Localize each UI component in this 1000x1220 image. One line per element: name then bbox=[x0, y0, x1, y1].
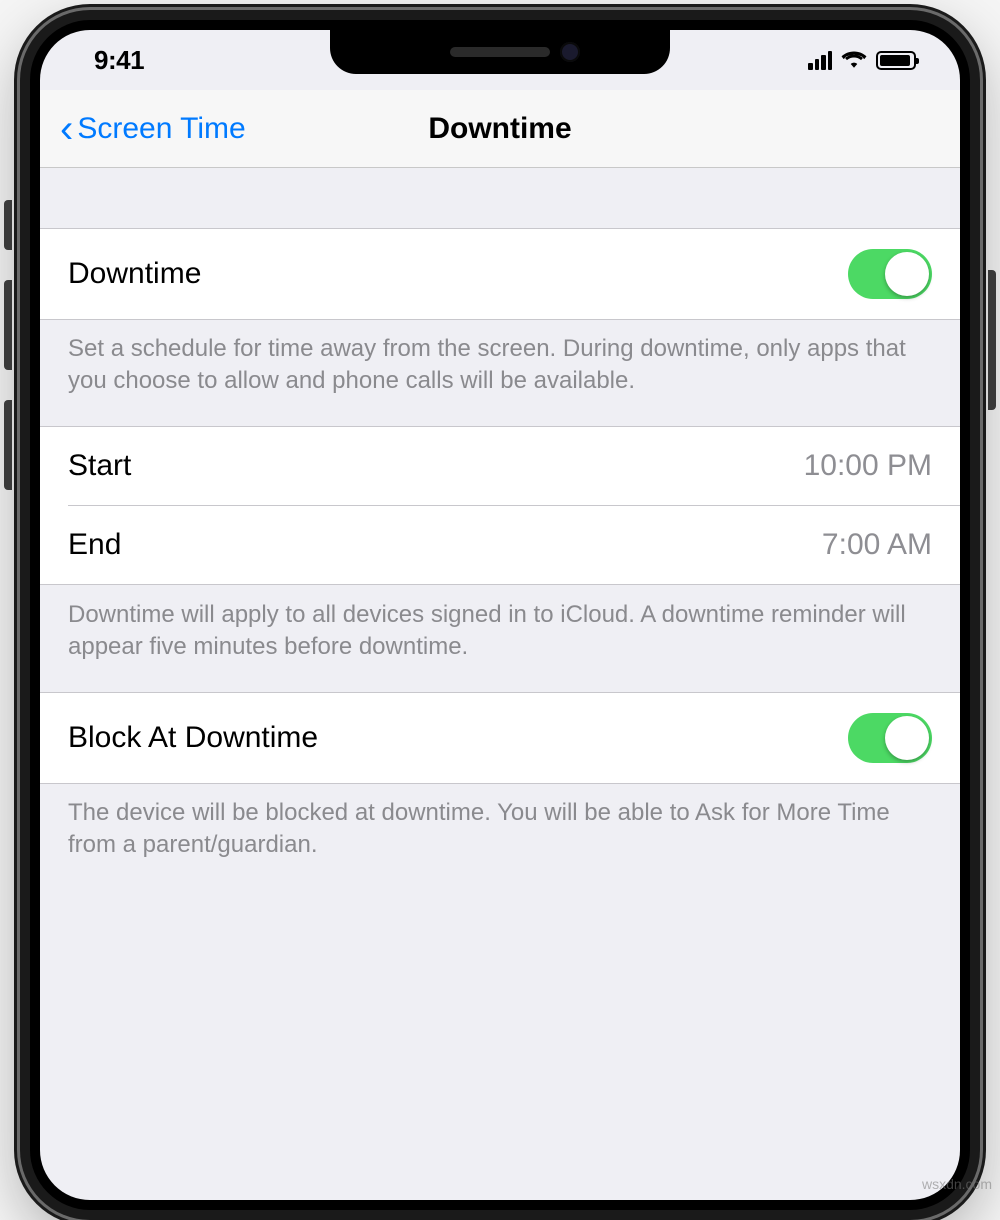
block-toggle-cell[interactable]: Block At Downtime bbox=[40, 692, 960, 784]
wifi-icon bbox=[841, 48, 867, 73]
downtime-toggle[interactable] bbox=[848, 249, 932, 299]
downtime-label: Downtime bbox=[68, 257, 201, 291]
side-buttons-right bbox=[988, 270, 996, 410]
page-title: Downtime bbox=[428, 112, 571, 146]
start-time-cell[interactable]: Start 10:00 PM bbox=[40, 427, 960, 505]
cellular-signal-icon bbox=[808, 51, 832, 70]
block-toggle[interactable] bbox=[848, 713, 932, 763]
chevron-left-icon: ‹ bbox=[60, 109, 73, 149]
end-time-cell[interactable]: End 7:00 AM bbox=[40, 506, 960, 584]
end-label: End bbox=[68, 528, 121, 562]
battery-icon bbox=[876, 51, 916, 70]
schedule-description: Downtime will apply to all devices signe… bbox=[40, 585, 960, 692]
downtime-toggle-cell[interactable]: Downtime bbox=[40, 228, 960, 320]
front-camera bbox=[560, 42, 580, 62]
schedule-group: Start 10:00 PM End 7:00 AM bbox=[40, 426, 960, 585]
back-button[interactable]: ‹ Screen Time bbox=[60, 109, 246, 149]
block-description: The device will be blocked at downtime. … bbox=[40, 783, 960, 890]
downtime-description: Set a schedule for time away from the sc… bbox=[40, 319, 960, 426]
end-value: 7:00 AM bbox=[822, 528, 960, 562]
start-label: Start bbox=[68, 449, 131, 483]
silence-switch bbox=[4, 200, 12, 250]
speaker bbox=[450, 47, 550, 57]
block-label: Block At Downtime bbox=[68, 721, 318, 755]
settings-content: Downtime Set a schedule for time away fr… bbox=[40, 168, 960, 889]
start-value: 10:00 PM bbox=[804, 449, 960, 483]
notch bbox=[330, 30, 670, 74]
navigation-bar: ‹ Screen Time Downtime bbox=[40, 90, 960, 168]
toggle-knob bbox=[885, 252, 929, 296]
volume-up-button bbox=[4, 280, 12, 370]
status-indicators bbox=[808, 48, 916, 73]
back-label: Screen Time bbox=[77, 112, 245, 146]
toggle-knob bbox=[885, 716, 929, 760]
side-buttons-left bbox=[4, 200, 12, 490]
phone-frame: 9:41 ‹ Screen Time bbox=[20, 10, 980, 1220]
power-button bbox=[988, 270, 996, 410]
volume-down-button bbox=[4, 400, 12, 490]
screen: 9:41 ‹ Screen Time bbox=[40, 30, 960, 1200]
watermark: wsxdn.com bbox=[922, 1176, 992, 1192]
status-time: 9:41 bbox=[94, 45, 144, 76]
